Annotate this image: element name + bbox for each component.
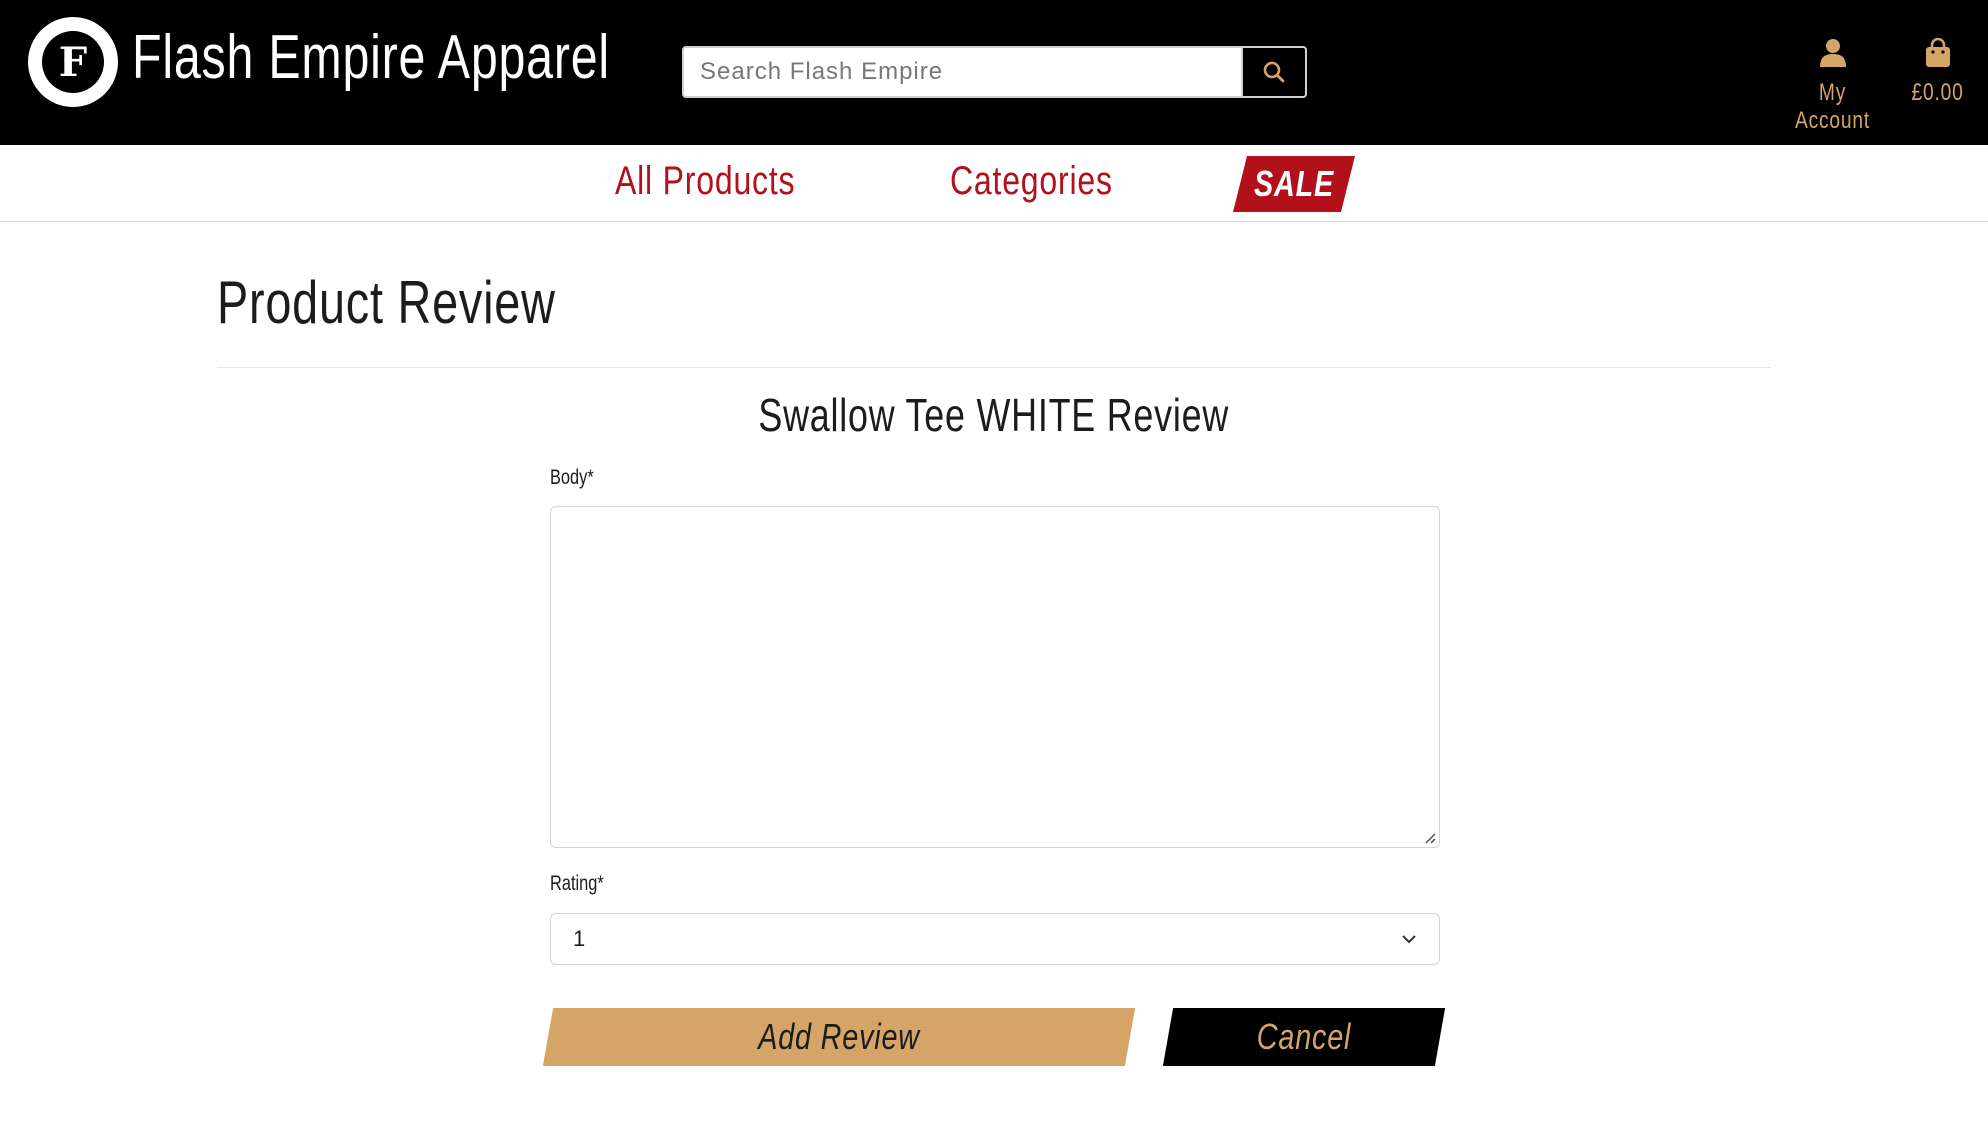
user-icon xyxy=(1819,39,1846,67)
search-bar xyxy=(682,46,1307,98)
brand-logo[interactable]: F xyxy=(28,17,118,107)
rating-value: 1 xyxy=(573,926,586,951)
cancel-button[interactable]: Cancel xyxy=(1162,1008,1446,1066)
search-icon xyxy=(1263,61,1285,83)
rating-label: Rating* xyxy=(550,872,604,895)
rating-select[interactable]: 1 xyxy=(550,913,1440,965)
account-link[interactable]: My Account xyxy=(1775,38,1890,135)
cart-total: £0.00 xyxy=(1911,79,1964,106)
page-title: Product Review xyxy=(217,269,556,336)
search-input[interactable] xyxy=(684,48,1241,96)
cart-link[interactable]: £0.00 xyxy=(1905,37,1970,107)
product-heading-text: Swallow Tee WHITE Review xyxy=(758,389,1230,441)
cancel-label: Cancel xyxy=(1256,1016,1352,1057)
body-label: Body* xyxy=(550,466,594,489)
add-review-label: Add Review xyxy=(758,1016,920,1057)
shopping-bag-icon xyxy=(1925,37,1950,67)
logo-letter: F xyxy=(42,31,104,93)
title-divider xyxy=(217,367,1771,368)
nav-all-products[interactable]: All Products xyxy=(615,159,795,204)
brand-title[interactable]: Flash Empire Apparel xyxy=(132,22,610,93)
top-header: F Flash Empire Apparel My Account £0.00 xyxy=(0,0,1988,145)
body-textarea[interactable] xyxy=(550,506,1440,848)
account-label: My Account xyxy=(1795,79,1870,134)
nav-categories[interactable]: Categories xyxy=(950,159,1113,204)
nav-sale[interactable]: SALE xyxy=(1233,156,1355,212)
main-nav: All Products Categories SALE xyxy=(0,145,1988,222)
search-button[interactable] xyxy=(1241,48,1305,96)
chevron-down-icon xyxy=(1402,935,1416,944)
resize-grip-icon[interactable] xyxy=(1424,832,1436,844)
add-review-button[interactable]: Add Review xyxy=(542,1008,1136,1066)
product-heading: Swallow Tee WHITE Review xyxy=(0,388,1988,442)
sale-label: SALE xyxy=(1253,163,1334,204)
